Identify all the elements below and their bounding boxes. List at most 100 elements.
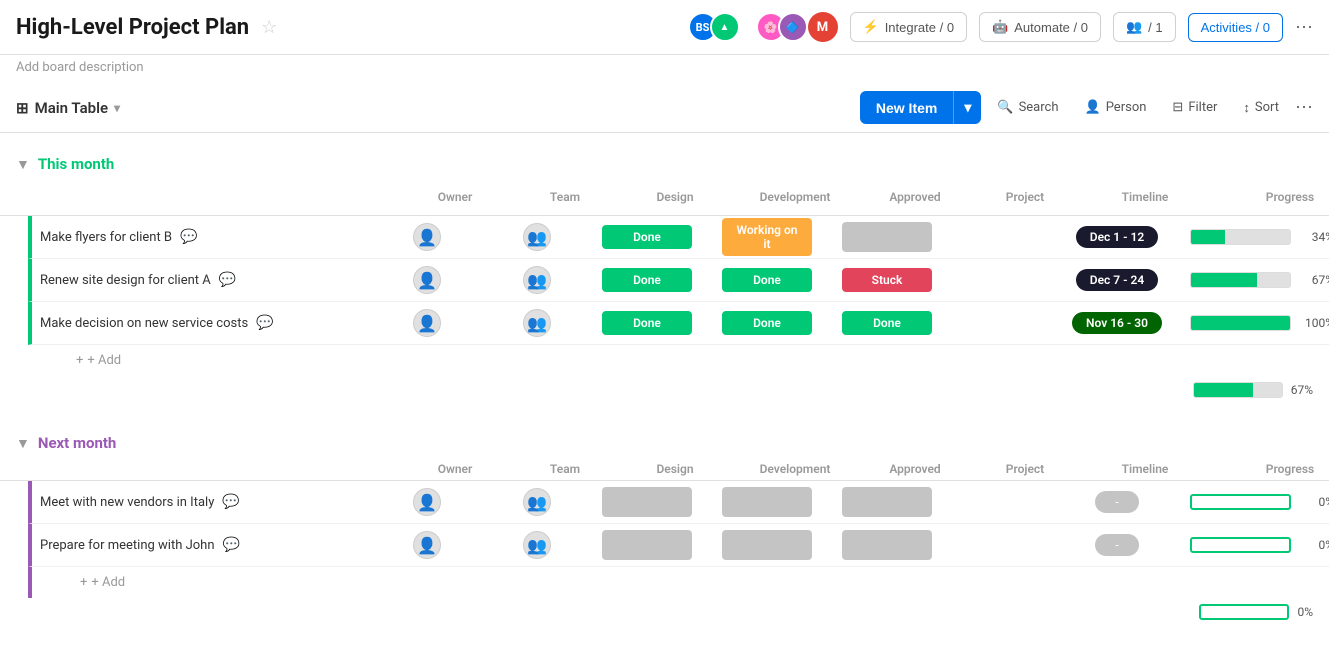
toolbar-right: New Item ▾ 🔍 Search 👤 Person ⊟ Filter ↕ … xyxy=(860,91,1313,124)
activities-button[interactable]: Activities / 0 xyxy=(1188,13,1283,42)
add-label: + Add xyxy=(91,575,125,590)
comment-icon[interactable]: 💬 xyxy=(223,537,240,553)
integrate-label: Integrate / 0 xyxy=(885,20,954,35)
owner-avatar[interactable]: 👤 xyxy=(413,488,441,516)
development-cell[interactable] xyxy=(702,524,832,566)
row-name-text: Make decision on new service costs xyxy=(40,316,248,331)
team-cell: 👥 xyxy=(482,524,592,566)
col-approved-header-2: Approved xyxy=(860,462,970,476)
design-cell[interactable]: Done xyxy=(592,216,702,258)
progress-bar xyxy=(1190,315,1291,331)
table-area: ▼ This month Owner Team Design Developme… xyxy=(0,133,1329,666)
design-empty xyxy=(602,530,692,560)
comment-icon[interactable]: 💬 xyxy=(180,229,197,245)
avatar-group: BS ▲ xyxy=(688,12,740,42)
add-row-next-month[interactable]: + + Add xyxy=(28,567,1329,598)
col-progress-header: Progress xyxy=(1210,190,1329,204)
row-name-text: Prepare for meeting with John xyxy=(40,538,215,553)
chevron-down-icon: ▾ xyxy=(114,101,120,115)
group-title-next-month: Next month xyxy=(38,434,116,452)
col-approved-header: Approved xyxy=(860,190,970,204)
table-row: Renew site design for client A 💬 👤 👥 Don… xyxy=(28,259,1329,302)
avatar-m: M xyxy=(808,12,838,42)
new-item-button[interactable]: New Item ▾ xyxy=(860,91,982,124)
person-label: Person xyxy=(1106,100,1147,115)
team-avatar[interactable]: 👥 xyxy=(523,488,551,516)
development-cell[interactable] xyxy=(702,481,832,523)
owner-avatar[interactable]: 👤 xyxy=(413,531,441,559)
team-avatar[interactable]: 👥 xyxy=(523,223,551,251)
row-name: Make decision on new service costs 💬 xyxy=(32,315,372,331)
approved-cell[interactable] xyxy=(832,524,942,566)
add-row-this-month[interactable]: + + Add xyxy=(28,345,1329,376)
approved-cell[interactable]: Done xyxy=(832,302,942,344)
board-description[interactable]: Add board description xyxy=(16,60,144,75)
design-cell[interactable]: Done xyxy=(592,302,702,344)
toolbar: ⊞ Main Table ▾ New Item ▾ 🔍 Search 👤 Per… xyxy=(0,83,1329,133)
development-empty xyxy=(722,530,812,560)
design-cell[interactable]: Done xyxy=(592,259,702,301)
col-team-header-2: Team xyxy=(510,462,620,476)
owner-avatar[interactable]: 👤 xyxy=(413,309,441,337)
search-button[interactable]: 🔍 Search xyxy=(987,94,1068,121)
group-toggle-next-month[interactable]: ▼ xyxy=(16,435,30,452)
summary-outline-bar xyxy=(1199,604,1289,620)
group-toggle-this-month[interactable]: ▼ xyxy=(16,156,30,173)
person-button[interactable]: 👤 Person xyxy=(1075,94,1157,121)
owner-avatar[interactable]: 👤 xyxy=(413,266,441,294)
team-avatar[interactable]: 👥 xyxy=(523,309,551,337)
col-progress-header-2: Progress xyxy=(1210,462,1329,476)
project-cell xyxy=(942,259,1052,301)
owner-cell: 👤 xyxy=(372,259,482,301)
development-cell[interactable]: Working on it xyxy=(702,216,832,258)
approved-cell[interactable] xyxy=(832,216,942,258)
timeline-cell: Dec 7 - 24 xyxy=(1052,259,1182,301)
approved-cell[interactable] xyxy=(832,481,942,523)
automate-button[interactable]: 🤖 Automate / 0 xyxy=(979,12,1101,42)
design-status: Done xyxy=(602,311,692,335)
more-options-icon[interactable]: ⋯ xyxy=(1295,17,1313,38)
development-cell[interactable]: Done xyxy=(702,302,832,344)
main-table-button[interactable]: ⊞ Main Table ▾ xyxy=(16,99,120,117)
star-icon[interactable]: ☆ xyxy=(261,17,277,38)
team-avatar[interactable]: 👥 xyxy=(523,266,551,294)
table-row: Meet with new vendors in Italy 💬 👤 👥 - xyxy=(28,481,1329,524)
members-icon: 👥 xyxy=(1126,19,1142,35)
development-cell[interactable]: Done xyxy=(702,259,832,301)
design-status: Done xyxy=(602,225,692,249)
members-button[interactable]: 👥 / 1 xyxy=(1113,12,1176,42)
progress-cell: 100% xyxy=(1182,302,1329,344)
comment-icon[interactable]: 💬 xyxy=(219,272,236,288)
design-cell[interactable] xyxy=(592,481,702,523)
progress-bar-outline xyxy=(1190,494,1291,510)
new-item-label: New Item xyxy=(860,92,953,124)
design-status: Done xyxy=(602,268,692,292)
project-cell xyxy=(942,302,1052,344)
sort-button[interactable]: ↕ Sort xyxy=(1233,94,1289,122)
col-design-header-2: Design xyxy=(620,462,730,476)
col-project-header: Project xyxy=(970,190,1080,204)
owner-avatar[interactable]: 👤 xyxy=(413,223,441,251)
team-cell: 👥 xyxy=(482,259,592,301)
new-item-dropdown-icon[interactable]: ▾ xyxy=(953,91,981,124)
team-avatar[interactable]: 👥 xyxy=(523,531,551,559)
summary-pct: 67% xyxy=(1291,383,1313,397)
filter-button[interactable]: ⊟ Filter xyxy=(1162,94,1227,121)
col-owner-header: Owner xyxy=(400,190,510,204)
project-cell xyxy=(942,481,1052,523)
search-icon: 🔍 xyxy=(997,100,1013,115)
comment-icon[interactable]: 💬 xyxy=(256,315,273,331)
col-headers-this-month: Owner Team Design Development Approved P… xyxy=(0,179,1329,216)
owner-cell: 👤 xyxy=(372,216,482,258)
timeline-dash: - xyxy=(1095,534,1138,556)
add-icon: + xyxy=(76,353,83,368)
toolbar-more-icon[interactable]: ⋯ xyxy=(1295,97,1313,118)
integrate-button[interactable]: ⚡ Integrate / 0 xyxy=(850,12,968,42)
approved-cell[interactable]: Stuck xyxy=(832,259,942,301)
col-timeline-header: Timeline xyxy=(1080,190,1210,204)
design-cell[interactable] xyxy=(592,524,702,566)
row-name-text: Meet with new vendors in Italy xyxy=(40,495,214,510)
comment-icon[interactable]: 💬 xyxy=(222,494,239,510)
timeline-cell: Dec 1 - 12 xyxy=(1052,216,1182,258)
progress-cell: 67% xyxy=(1182,259,1329,301)
